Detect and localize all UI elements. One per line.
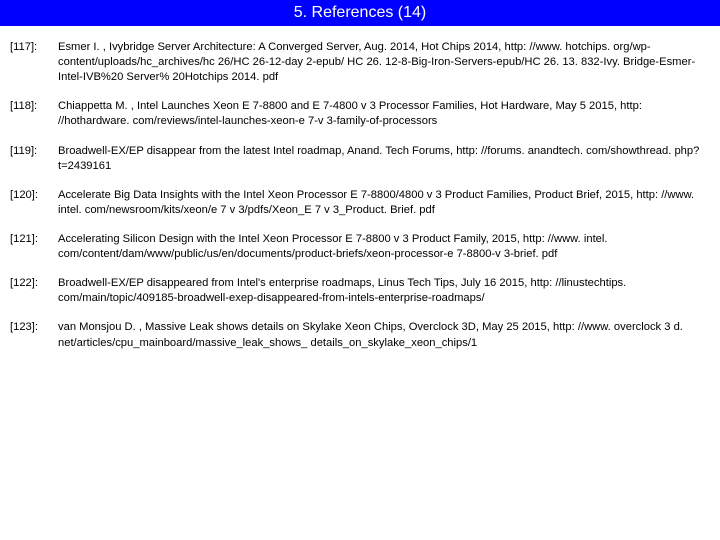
reference-item: [122]: Broadwell-EX/EP disappeared from …	[10, 276, 710, 306]
reference-text: Chiappetta M. , Intel Launches Xeon E 7-…	[58, 99, 710, 129]
reference-label: [121]:	[10, 232, 58, 262]
reference-item: [119]: Broadwell-EX/EP disappear from th…	[10, 144, 710, 174]
reference-label: [118]:	[10, 99, 58, 129]
reference-item: [117]: Esmer I. , Ivybridge Server Archi…	[10, 40, 710, 85]
reference-label: [123]:	[10, 320, 58, 350]
reference-label: [120]:	[10, 188, 58, 218]
reference-item: [121]: Accelerating Silicon Design with …	[10, 232, 710, 262]
reference-text: Accelerate Big Data Insights with the In…	[58, 188, 710, 218]
reference-text: Broadwell-EX/EP disappeared from Intel's…	[58, 276, 710, 306]
slide-title: 5. References (14)	[294, 4, 427, 21]
slide-header: 5. References (14)	[0, 0, 720, 26]
reference-text: Accelerating Silicon Design with the Int…	[58, 232, 710, 262]
reference-label: [119]:	[10, 144, 58, 174]
reference-item: [120]: Accelerate Big Data Insights with…	[10, 188, 710, 218]
references-content: [117]: Esmer I. , Ivybridge Server Archi…	[0, 26, 720, 351]
reference-item: [123]: van Monsjou D. , Massive Leak sho…	[10, 320, 710, 350]
reference-item: [118]: Chiappetta M. , Intel Launches Xe…	[10, 99, 710, 129]
reference-text: van Monsjou D. , Massive Leak shows deta…	[58, 320, 710, 350]
reference-text: Esmer I. , Ivybridge Server Architecture…	[58, 40, 710, 85]
reference-label: [122]:	[10, 276, 58, 306]
reference-text: Broadwell-EX/EP disappear from the lates…	[58, 144, 710, 174]
reference-label: [117]:	[10, 40, 58, 85]
